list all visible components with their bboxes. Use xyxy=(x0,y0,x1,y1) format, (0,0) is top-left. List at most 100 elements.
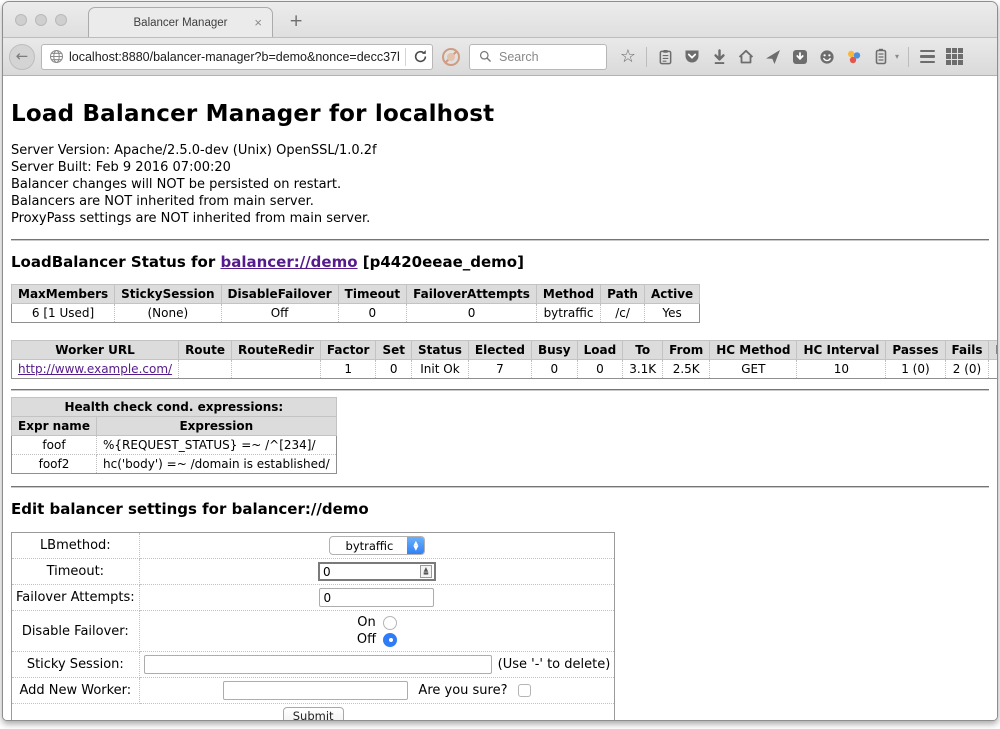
lbmethod-select[interactable]: bytraffic ▲▼ xyxy=(329,536,426,555)
form-row-add-worker: Add New Worker: Are you sure? xyxy=(12,678,615,704)
table-header-row: MaxMembers StickySession DisableFailover… xyxy=(12,285,700,304)
select-stepper-icon: ▲▼ xyxy=(407,536,424,555)
health-row: foof2 hc('body') =~ /domain is establish… xyxy=(12,455,337,474)
worker-url-link[interactable]: http://www.example.com/ xyxy=(18,362,172,376)
tab-close-icon[interactable]: × xyxy=(254,15,262,30)
worker-row: http://www.example.com/ 1 0 Init Ok 7 0 … xyxy=(12,360,998,379)
urlbar-divider xyxy=(405,48,406,66)
form-row-submit: Submit xyxy=(12,704,615,721)
timeout-input[interactable] xyxy=(320,565,420,579)
tab-title: Balancer Manager xyxy=(134,17,228,29)
confirm-checkbox[interactable] xyxy=(518,684,531,697)
browser-tab[interactable]: Balancer Manager × xyxy=(88,7,273,37)
downloads-icon[interactable] xyxy=(710,48,728,66)
url-bar[interactable]: localhost:8880/balancer-manager?b=demo&n… xyxy=(41,44,433,70)
submit-button[interactable]: Submit xyxy=(283,707,344,720)
minimize-window-button[interactable] xyxy=(35,14,47,26)
toolbar-divider xyxy=(646,47,647,67)
timeout-label: Timeout: xyxy=(12,559,140,585)
clipboard-icon[interactable] xyxy=(656,48,674,66)
health-table-title: Health check cond. expressions: xyxy=(12,398,337,417)
back-button[interactable]: ← xyxy=(9,44,35,70)
reload-icon[interactable] xyxy=(412,48,428,66)
form-row-sticky-session: Sticky Session: (Use '-' to delete) xyxy=(12,652,615,678)
new-tab-button[interactable]: + xyxy=(289,11,303,31)
col-active: Active xyxy=(644,285,699,304)
server-info: Server Version: Apache/2.5.0-dev (Unix) … xyxy=(11,142,989,227)
timeout-field-frame: ▲▬ xyxy=(318,562,436,581)
health-check-table: Health check cond. expressions: Expr nam… xyxy=(11,397,337,474)
form-row-lbmethod: LBmethod: bytraffic ▲▼ xyxy=(12,533,615,559)
tile-grid-icon[interactable] xyxy=(945,48,963,66)
lbmethod-label: LBmethod: xyxy=(12,533,140,559)
content-blocker-icon[interactable] xyxy=(441,48,461,66)
edit-settings-heading: Edit balancer settings for balancer://de… xyxy=(11,500,989,518)
confirm-label: Are you sure? xyxy=(418,683,507,698)
toolbar-icons: ☆ xyxy=(619,47,991,67)
workers-table: Worker URL Route RouteRedir Factor Set S… xyxy=(11,340,997,379)
server-version-line: Server Version: Apache/2.5.0-dev (Unix) … xyxy=(11,142,989,159)
radio-on[interactable] xyxy=(383,616,397,630)
col-disablefailover: DisableFailover xyxy=(221,285,338,304)
balancer-link[interactable]: balancer://demo xyxy=(220,253,357,271)
sticky-session-hint: (Use '-' to delete) xyxy=(498,657,611,672)
col-expression: Expression xyxy=(97,417,337,436)
col-method: Method xyxy=(536,285,600,304)
server-built-line: Server Built: Feb 9 2016 07:00:20 xyxy=(11,159,989,176)
divider xyxy=(11,389,989,391)
tab-bar: Balancer Manager × + xyxy=(3,2,997,38)
proxypass-note-line: ProxyPass settings are NOT inherited fro… xyxy=(11,210,989,227)
table-header-row: Worker URL Route RouteRedir Factor Set S… xyxy=(12,341,998,360)
col-path: Path xyxy=(601,285,645,304)
table-row: 6 [1 Used] (None) Off 0 0 bytraffic /c/ … xyxy=(12,304,700,323)
form-row-failover-attempts: Failover Attempts: xyxy=(12,585,615,611)
persist-note-line: Balancer changes will NOT be persisted o… xyxy=(11,176,989,193)
divider xyxy=(11,486,989,488)
send-to-device-icon[interactable] xyxy=(764,48,782,66)
divider xyxy=(11,239,989,241)
add-worker-label: Add New Worker: xyxy=(12,678,140,704)
forum-smiley-icon[interactable] xyxy=(818,48,836,66)
radio-off-label: Off xyxy=(357,632,376,647)
home-icon[interactable] xyxy=(737,48,755,66)
form-row-disable-failover: Disable Failover: On Off xyxy=(12,611,615,652)
inherit-note-line: Balancers are NOT inherited from main se… xyxy=(11,193,989,210)
failover-attempts-label: Failover Attempts: xyxy=(12,585,140,611)
failover-attempts-input[interactable] xyxy=(319,588,434,607)
save-to-pocket-icon[interactable] xyxy=(791,48,809,66)
extension-colors-icon[interactable] xyxy=(845,48,863,66)
sticky-session-label: Sticky Session: xyxy=(12,652,140,678)
sticky-session-input[interactable] xyxy=(144,655,492,674)
search-icon xyxy=(476,48,494,66)
browser-window: Balancer Manager × + ← localhost:8880/ba… xyxy=(2,1,998,721)
device-battery-icon[interactable] xyxy=(872,48,890,66)
zoom-window-button[interactable] xyxy=(55,14,67,26)
window-controls xyxy=(15,14,67,26)
page-title: Load Balancer Manager for localhost xyxy=(11,101,989,127)
chevron-down-icon[interactable]: ▾ xyxy=(895,52,899,61)
new-worker-input[interactable] xyxy=(223,681,408,700)
toolbar-divider-2 xyxy=(908,47,909,67)
col-expr-name: Expr name xyxy=(12,417,97,436)
navigation-toolbar: ← localhost:8880/balancer-manager?b=demo… xyxy=(3,38,997,76)
disable-failover-label: Disable Failover: xyxy=(12,611,140,652)
col-stickysession: StickySession xyxy=(115,285,221,304)
search-box[interactable] xyxy=(469,44,607,70)
health-row: foof %{REQUEST_STATUS} =~ /^[234]/ xyxy=(12,436,337,455)
search-input[interactable] xyxy=(499,50,589,64)
close-window-button[interactable] xyxy=(15,14,27,26)
page-content: Load Balancer Manager for localhost Serv… xyxy=(3,76,997,720)
col-failoverattempts: FailoverAttempts xyxy=(407,285,537,304)
status-heading-suffix: [p4420eeae_demo] xyxy=(358,253,524,271)
bookmark-star-icon[interactable]: ☆ xyxy=(619,48,637,66)
pocket-icon[interactable] xyxy=(683,48,701,66)
radio-off[interactable] xyxy=(383,633,397,647)
balancer-settings-form: LBmethod: bytraffic ▲▼ Timeout: ▲▬ xyxy=(11,532,615,720)
status-heading-prefix: LoadBalancer Status for xyxy=(11,253,220,271)
number-spinner-icon[interactable]: ▲▬ xyxy=(420,565,432,578)
menu-icon[interactable] xyxy=(918,48,936,66)
balancer-params-table: MaxMembers StickySession DisableFailover… xyxy=(11,284,700,323)
status-heading: LoadBalancer Status for balancer://demo … xyxy=(11,253,989,271)
col-timeout: Timeout xyxy=(338,285,406,304)
site-globe-icon xyxy=(48,48,64,66)
